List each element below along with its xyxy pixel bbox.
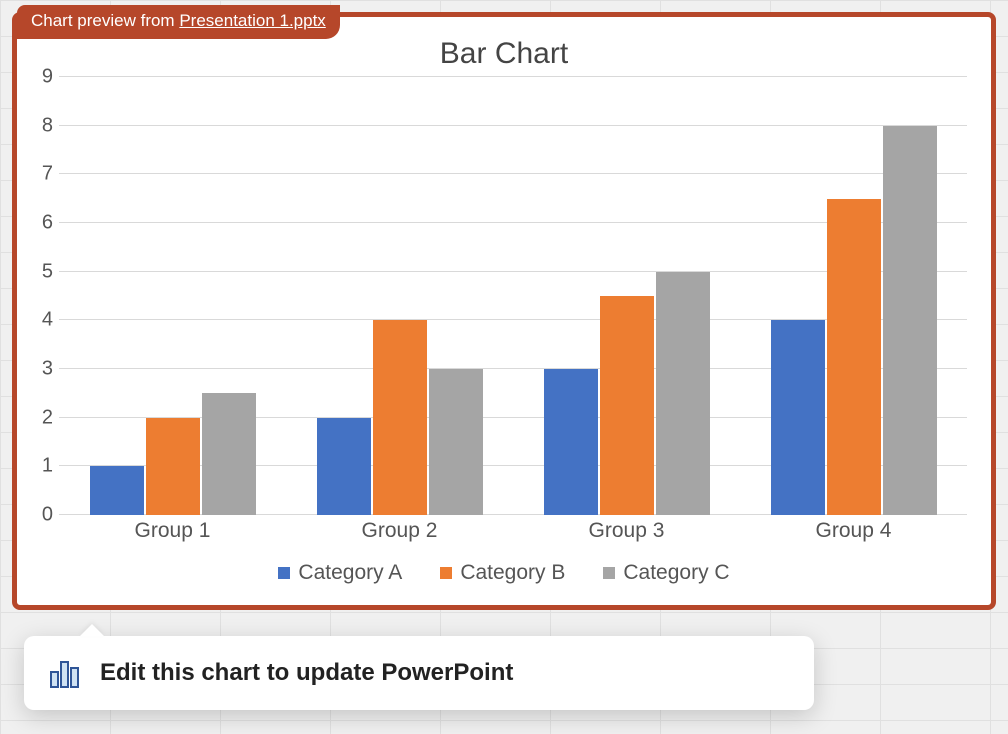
bar-group (59, 77, 286, 515)
chart-preview-card: Chart preview from Presentation 1.pptx B… (12, 12, 996, 610)
bar (373, 320, 427, 515)
preview-prefix-text: Chart preview from (31, 11, 179, 30)
presentation-filename-link[interactable]: Presentation 1.pptx (179, 11, 325, 30)
callout-text: Edit this chart to update PowerPoint (100, 659, 513, 687)
x-axis-labels: Group 1Group 2Group 3Group 4 (59, 515, 967, 549)
bar-group (740, 77, 967, 515)
legend-swatch (278, 567, 290, 579)
x-tick-label: Group 3 (513, 515, 740, 549)
legend-label: Category B (460, 561, 565, 585)
bar (317, 418, 371, 515)
bar (90, 466, 144, 515)
y-tick-label: 9 (42, 66, 53, 89)
y-tick-label: 8 (42, 114, 53, 137)
bar (771, 320, 825, 515)
y-tick-label: 2 (42, 406, 53, 429)
legend-label: Category C (623, 561, 729, 585)
bar (202, 393, 256, 515)
bar (600, 296, 654, 515)
bar (544, 369, 598, 515)
bars-region (59, 77, 967, 515)
legend-item: Category B (440, 561, 565, 585)
bar (429, 369, 483, 515)
y-tick-label: 6 (42, 212, 53, 235)
y-tick-label: 5 (42, 260, 53, 283)
bar (656, 272, 710, 515)
legend-item: Category A (278, 561, 402, 585)
bar (146, 418, 200, 515)
bar (883, 126, 937, 515)
y-tick-label: 7 (42, 163, 53, 186)
edit-chart-callout[interactable]: Edit this chart to update PowerPoint (24, 636, 814, 710)
bar-group (513, 77, 740, 515)
chart-preview-tag: Chart preview from Presentation 1.pptx (17, 5, 340, 39)
bar (827, 199, 881, 515)
x-tick-label: Group 4 (740, 515, 967, 549)
x-tick-label: Group 1 (59, 515, 286, 549)
x-tick-label: Group 2 (286, 515, 513, 549)
legend-label: Category A (298, 561, 402, 585)
legend-swatch (603, 567, 615, 579)
legend: Category A Category B Category C (31, 561, 977, 585)
chart-title: Bar Chart (31, 37, 977, 71)
bar-chart-icon (48, 656, 82, 690)
plot-area: 0123456789 Group 1Group 2Group 3Group 4 (59, 77, 967, 549)
y-tick-label: 0 (42, 504, 53, 527)
y-tick-label: 4 (42, 309, 53, 332)
y-tick-label: 1 (42, 455, 53, 478)
y-axis: 0123456789 (31, 77, 59, 515)
legend-swatch (440, 567, 452, 579)
bar-group (286, 77, 513, 515)
chart-container[interactable]: Bar Chart 0123456789 Group 1Group 2Group… (31, 31, 977, 591)
legend-item: Category C (603, 561, 729, 585)
y-tick-label: 3 (42, 358, 53, 381)
